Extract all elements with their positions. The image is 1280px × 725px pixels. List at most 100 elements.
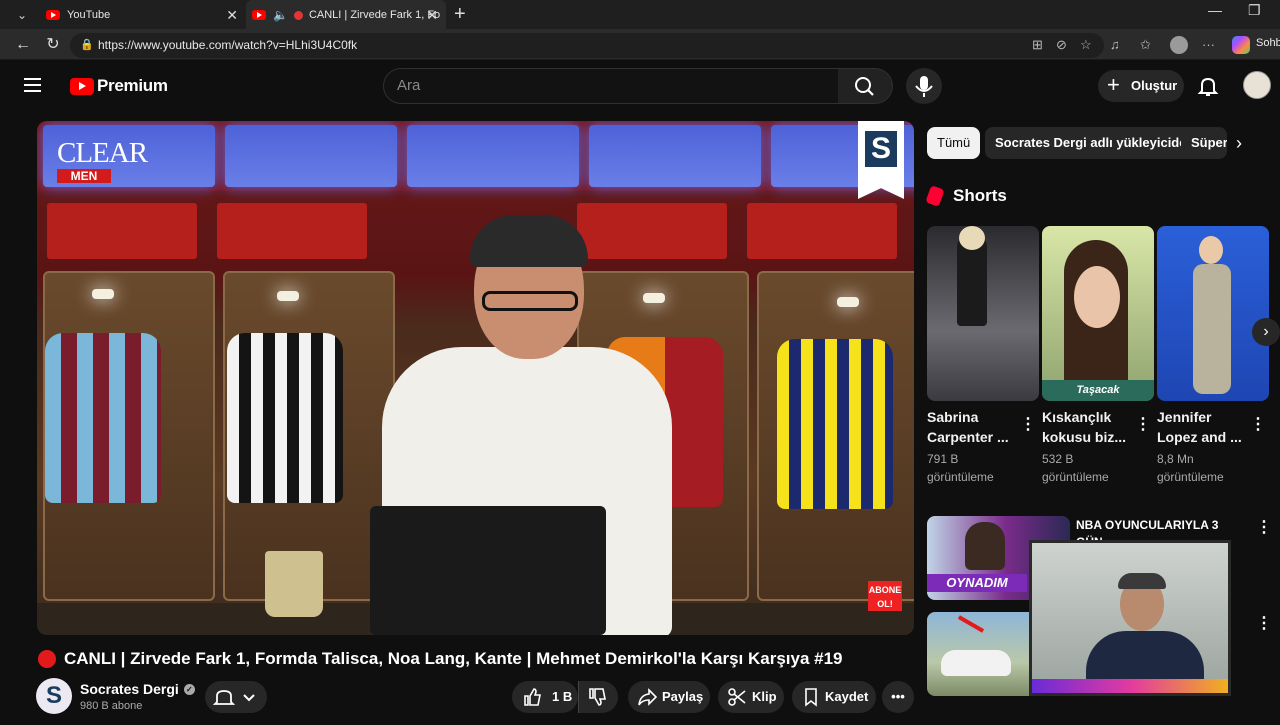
short-title[interactable]: Jennifer Lopez and ... [1157, 407, 1249, 447]
recording-dot-icon [293, 10, 303, 20]
webcam-cap [1118, 573, 1166, 589]
short-views-count: 791 B [927, 452, 959, 466]
bell-chevron-icon [212, 690, 255, 705]
restore-icon[interactable]: ❐ [1248, 2, 1261, 19]
live-indicator-icon [38, 650, 56, 668]
chip-uploader[interactable]: Socrates Dergi adlı yükleyiciden [985, 127, 1205, 159]
notification-settings-button[interactable] [205, 681, 267, 713]
thumbs-up-icon [524, 688, 541, 706]
channel-name[interactable]: Socrates Dergi ✓ [80, 681, 195, 697]
short-title-line: Kıskançlık [1042, 409, 1112, 425]
notifications-bell-icon[interactable] [1196, 74, 1220, 98]
chip-all[interactable]: Tümü [927, 127, 981, 159]
short-menu-icon[interactable]: ⋮ [1020, 417, 1036, 433]
thumbnail-arrow [957, 615, 985, 633]
lamp [277, 291, 299, 301]
menu-hamburger-icon[interactable] [24, 78, 41, 92]
short-menu-icon[interactable]: ⋮ [1250, 417, 1266, 433]
url-text: https://www.youtube.com/watch?v=HLhi3U4C… [98, 38, 358, 52]
browser-tab-video[interactable]: 🔈 CANLI | Zirvede Fark 1, Fo ✕ [246, 0, 446, 30]
lock-icon: 🔒 [80, 39, 94, 51]
back-arrow-icon[interactable]: ← [12, 34, 34, 56]
like-button[interactable]: 1 B [512, 681, 578, 713]
jersey-trabzonspor [45, 333, 161, 503]
youtube-premium-logo[interactable]: Premium [70, 76, 168, 96]
studio-panel [47, 203, 197, 259]
studio-panel [747, 203, 897, 259]
video-title: CANLI | Zirvede Fark 1, Formda Talisca, … [38, 649, 918, 669]
like-count: 1 B [552, 689, 573, 704]
extensions-icon[interactable]: ♫ [1110, 34, 1120, 56]
chip-super[interactable]: Süper [1181, 127, 1227, 159]
minimize-icon[interactable]: — [1208, 2, 1222, 18]
channel-name-text: Socrates Dergi [80, 681, 179, 697]
subscriber-count: 980 B abone [80, 700, 143, 712]
short-figure-face [1074, 266, 1120, 328]
close-tab-icon[interactable]: ✕ [226, 7, 238, 23]
more-actions-button[interactable]: ••• [882, 681, 914, 713]
channel-watermark-letter: S [865, 131, 897, 167]
video-title-text: CANLI | Zirvede Fark 1, Formda Talisca, … [64, 649, 843, 668]
short-title-line: Jennifer [1157, 409, 1212, 425]
shorts-heading-text: Shorts [953, 186, 1007, 205]
thumbnail-car [941, 650, 1011, 676]
shorts-next-button[interactable]: › [1252, 318, 1280, 346]
account-avatar[interactable] [1243, 71, 1271, 99]
search-button[interactable] [838, 68, 893, 104]
app-available-icon[interactable]: ⊞ [1032, 34, 1043, 56]
short-title-line: kokusu biz... [1042, 429, 1127, 445]
scissors-icon [728, 688, 746, 706]
short-title[interactable]: Sabrina Carpenter ... [927, 407, 1019, 447]
search-input[interactable]: Ara [383, 68, 839, 104]
related-menu-icon[interactable]: ⋮ [1256, 616, 1272, 632]
clip-button[interactable]: Klip [718, 681, 784, 713]
short-views-unit: görüntüleme [1042, 470, 1109, 484]
subscribe-corner-badge[interactable]: ABONE OL! [868, 581, 902, 611]
short-views: 791 B görüntüleme [927, 450, 1019, 486]
short-thumbnail[interactable] [1157, 226, 1269, 401]
speaker-icon[interactable]: 🔈 [273, 8, 288, 22]
video-player[interactable]: CLEAR MEN S ABONE OL! [37, 121, 914, 635]
sidebar-label[interactable]: Sohb [1256, 37, 1280, 49]
close-tab-icon[interactable]: ✕ [426, 7, 438, 23]
create-label: Oluştur [1131, 78, 1178, 93]
chevron-right-icon[interactable]: › [1236, 133, 1242, 154]
more-options-icon[interactable]: ··· [1202, 34, 1215, 56]
webcam-overlay [1029, 540, 1231, 696]
short-views-count: 8,8 Mn [1157, 452, 1194, 466]
channel-avatar[interactable]: S [36, 678, 72, 714]
tab-title: YouTube [67, 9, 111, 21]
related-menu-icon[interactable]: ⋮ [1256, 520, 1272, 536]
browser-tab-youtube[interactable]: YouTube ✕ [40, 0, 246, 30]
short-thumbnail[interactable] [927, 226, 1039, 401]
voice-search-button[interactable] [906, 68, 942, 104]
dislike-button[interactable] [578, 681, 618, 713]
favorites-icon[interactable]: ✩ [1140, 34, 1151, 56]
studio-screen [225, 125, 397, 187]
profile-icon[interactable] [1170, 36, 1188, 54]
reload-icon[interactable]: ↻ [42, 34, 64, 56]
channel-watermark[interactable]: S [858, 121, 904, 199]
url-field[interactable]: 🔒 https://www.youtube.com/watch?v=HLhi3U… [70, 33, 1104, 58]
short-figure-hair [959, 226, 985, 250]
short-menu-icon[interactable]: ⋮ [1135, 417, 1151, 433]
save-button[interactable]: Kaydet [792, 681, 876, 713]
share-arrow-icon [638, 688, 657, 706]
more-horizontal-icon: ••• [891, 689, 905, 704]
tab-list-chevron-icon[interactable]: ⌄ [8, 4, 36, 26]
webcam-frame-bar [1032, 679, 1228, 693]
address-bar-row: ← ↻ 🔒 https://www.youtube.com/watch?v=HL… [0, 30, 1280, 60]
jersey-fenerbahce [777, 339, 893, 509]
short-thumbnail[interactable]: Taşacak [1042, 226, 1154, 401]
create-button[interactable]: Oluştur [1098, 69, 1184, 102]
short-title[interactable]: Kıskançlık kokusu biz... [1042, 407, 1134, 447]
coffee-cup [265, 551, 323, 617]
favorite-star-icon[interactable]: ☆ [1080, 34, 1092, 56]
verified-check-icon: ✓ [183, 683, 195, 695]
new-tab-icon[interactable]: + [454, 3, 466, 25]
studio-screen [589, 125, 761, 187]
copilot-icon[interactable] [1232, 36, 1250, 54]
tracking-prevention-icon[interactable]: ⊘ [1056, 34, 1067, 56]
short-figure-face [1199, 236, 1223, 264]
share-button[interactable]: Paylaş [628, 681, 710, 713]
